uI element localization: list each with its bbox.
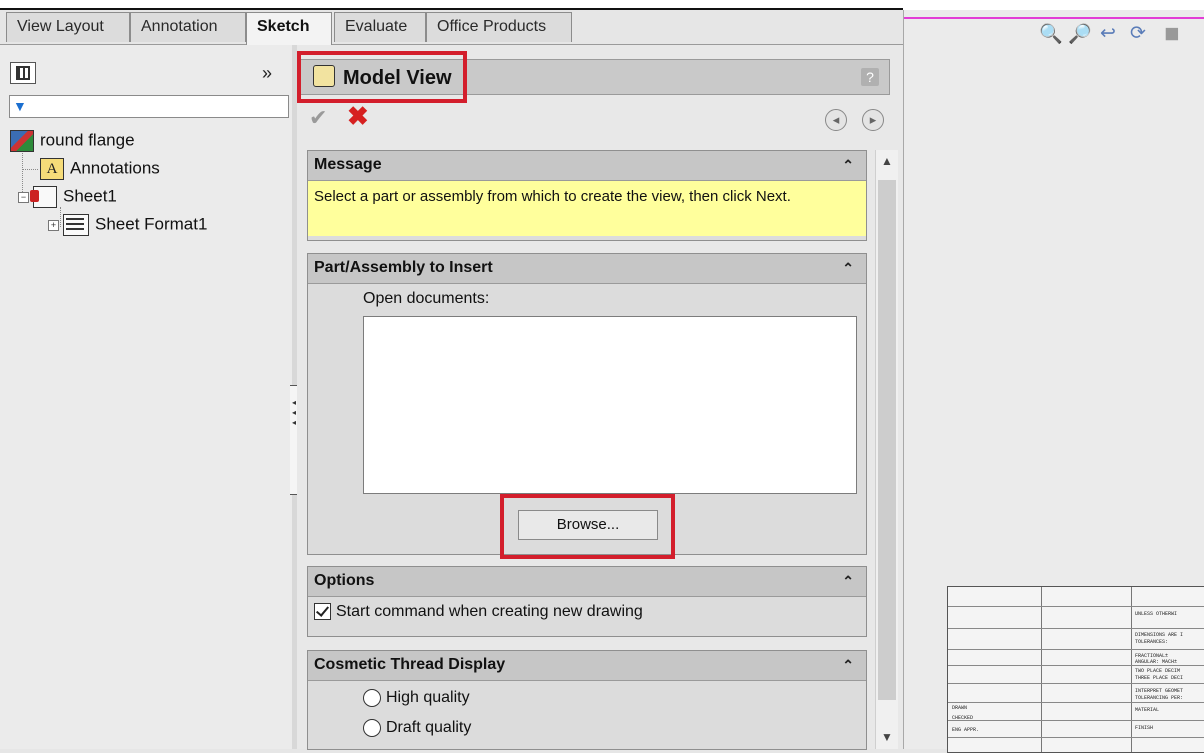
help-icon[interactable]: ? <box>861 68 879 86</box>
tab-office-products[interactable]: Office Products <box>426 12 572 42</box>
title-block-text: ENG APPR. <box>952 727 980 733</box>
model-view-property-manager: Model View ? ✔ ✖ ◂ ▸ Message ⌃ Select a p… <box>297 45 903 750</box>
expand-icon[interactable]: + <box>48 219 59 231</box>
tab-annotation[interactable]: Annotation <box>130 12 246 42</box>
filter-icon: ▼ <box>13 98 27 114</box>
drawing-graphics-area[interactable]: 🔍 🔎 ↩ ⟳ ◼ UNLESS OTHERWI DIMENSIONS ARE … <box>903 10 1204 753</box>
title-block-text: TOLERANCES: <box>1135 639 1169 645</box>
title-block-text: TOLERANCING PER: <box>1135 695 1184 701</box>
tree-root-part[interactable]: round flange <box>10 130 135 152</box>
feature-manager-tree-icon[interactable] <box>10 62 36 84</box>
tab-evaluate[interactable]: Evaluate <box>334 12 426 42</box>
tree-item-label: Sheet1 <box>63 186 117 206</box>
radio-label: High quality <box>386 689 470 707</box>
highlight-title <box>297 51 467 103</box>
next-button[interactable]: ▸ <box>862 109 884 131</box>
tree-item-label: Annotations <box>70 158 160 178</box>
sheet-format-icon <box>63 214 89 236</box>
message-text: Select a part or assembly from which to … <box>308 181 866 236</box>
feature-manager-panel: » ▼ round flange A Annotations − Sheet1 + S… <box>0 45 293 749</box>
title-block-text: ANGULAR: MACH± <box>1135 659 1178 665</box>
property-manager-scrollbar[interactable]: ▲ ▼ <box>875 150 898 749</box>
previous-view-icon[interactable]: ↩ <box>1100 22 1116 45</box>
open-documents-label: Open documents: <box>363 290 490 307</box>
ok-check-icon[interactable]: ✔ <box>309 105 327 131</box>
group-header[interactable]: Cosmetic Thread Display ⌃ <box>308 651 866 681</box>
tree-item-sheet-format1[interactable]: + Sheet Format1 <box>48 214 207 236</box>
drawing-document-icon <box>10 130 34 152</box>
title-block-text: DIMENSIONS ARE I <box>1135 632 1184 638</box>
cancel-x-icon[interactable]: ✖ <box>347 101 369 132</box>
draft-quality-option[interactable]: Draft quality <box>363 719 471 737</box>
rebuild-icon[interactable]: ⟳ <box>1130 22 1146 45</box>
title-block-text: UNLESS OTHERWI <box>1135 611 1178 617</box>
high-quality-option[interactable]: High quality <box>363 689 470 707</box>
group-title: Options <box>314 572 375 589</box>
title-block-text: CHECKED <box>952 715 974 721</box>
group-header[interactable]: Part/Assembly to Insert ⌃ <box>308 254 866 284</box>
title-block-text: INTERPRET GEOMET <box>1135 688 1184 694</box>
title-block-text: MATERIAL <box>1135 707 1160 713</box>
annotations-icon: A <box>40 158 64 180</box>
title-block-text: FINISH <box>1135 725 1154 731</box>
tree-item-sheet1[interactable]: − Sheet1 <box>18 186 117 208</box>
tree-item-label: Sheet Format1 <box>95 214 208 234</box>
tree-root-label: round flange <box>40 130 135 150</box>
tree-item-annotations[interactable]: A Annotations <box>40 158 160 180</box>
options-group: Options ⌃ Start command when creating new… <box>307 566 867 637</box>
open-documents-list[interactable] <box>363 316 857 494</box>
zoom-to-area-icon[interactable]: 🔎 <box>1068 22 1092 46</box>
filter-input[interactable]: ▼ <box>9 95 289 118</box>
collapse-group-icon[interactable]: ⌃ <box>842 254 854 282</box>
scroll-up-arrow[interactable]: ▲ <box>881 154 893 168</box>
highlight-browse <box>500 494 675 559</box>
title-block-text: TWO PLACE DECIM <box>1135 668 1181 674</box>
window-top-border <box>0 0 1204 11</box>
tab-sketch[interactable]: Sketch <box>246 12 332 45</box>
display-style-icon[interactable]: ◼ <box>1164 22 1180 45</box>
sheet-icon <box>30 186 57 208</box>
title-block: UNLESS OTHERWI DIMENSIONS ARE I TOLERANC… <box>947 586 1204 753</box>
high-quality-radio[interactable] <box>363 689 381 707</box>
collapse-icon[interactable]: − <box>18 191 29 203</box>
group-title: Part/Assembly to Insert <box>314 259 493 276</box>
group-title: Message <box>314 156 382 173</box>
group-header[interactable]: Options ⌃ <box>308 567 866 597</box>
start-command-option[interactable]: Start command when creating new drawing <box>314 603 643 621</box>
title-block-text: THREE PLACE DECI <box>1135 675 1184 681</box>
message-group: Message ⌃ Select a part or assembly from … <box>307 150 867 241</box>
scroll-thumb[interactable] <box>878 180 896 700</box>
cosmetic-thread-group: Cosmetic Thread Display ⌃ High quality Dr… <box>307 650 867 750</box>
back-button[interactable]: ◂ <box>825 109 847 131</box>
draft-quality-radio[interactable] <box>363 719 381 737</box>
collapse-group-icon[interactable]: ⌃ <box>842 151 854 179</box>
start-command-checkbox[interactable] <box>314 603 331 621</box>
checkbox-label: Start command when creating new drawing <box>336 603 643 620</box>
expand-tabs-button[interactable]: » <box>262 63 272 84</box>
group-title: Cosmetic Thread Display <box>314 656 506 673</box>
collapse-group-icon[interactable]: ⌃ <box>842 567 854 595</box>
tab-view-layout[interactable]: View Layout <box>6 12 130 42</box>
zoom-to-fit-icon[interactable]: 🔍 <box>1039 22 1063 46</box>
sheet-border-line <box>904 17 1204 19</box>
group-header[interactable]: Message ⌃ <box>308 151 866 181</box>
command-manager-tabs: View Layout Annotation Sketch Evaluate O… <box>0 10 903 45</box>
collapse-group-icon[interactable]: ⌃ <box>842 651 854 679</box>
title-block-text: DRAWN <box>952 705 968 711</box>
radio-label: Draft quality <box>386 719 472 737</box>
scroll-down-arrow[interactable]: ▼ <box>881 730 893 744</box>
